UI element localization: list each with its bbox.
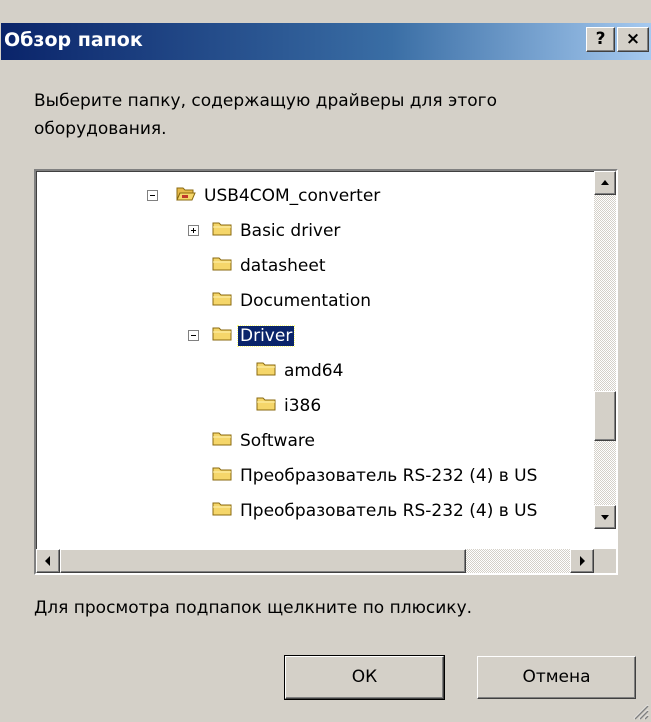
ok-button[interactable]: ОК <box>284 655 445 700</box>
folder-icon <box>212 222 232 236</box>
tree-item-label: i386 <box>284 396 322 416</box>
arrow-left-icon <box>45 556 50 566</box>
folder-icon <box>212 257 232 271</box>
tree-item-label: datasheet <box>240 256 326 276</box>
horizontal-scrollbar[interactable] <box>36 549 594 573</box>
folder-icon <box>212 467 232 481</box>
tree-item-label: amd64 <box>284 361 344 381</box>
folder-icon <box>256 397 276 411</box>
tree-item-label: Documentation <box>240 291 372 311</box>
horizontal-scroll-thumb[interactable] <box>60 549 466 573</box>
scroll-left-button[interactable] <box>36 549 60 573</box>
help-button[interactable]: ? <box>586 27 615 52</box>
dialog-prompt: Выберите папку, содержащую драйверы для … <box>34 91 498 139</box>
browse-folder-dialog: Обзор папок ? × Выберите папку, содержащ… <box>0 0 651 722</box>
tree-item-label: Преобразователь RS-232 (4) в US <box>240 466 538 486</box>
cancel-button[interactable]: Отмена <box>477 656 636 699</box>
arrow-right-icon <box>580 556 585 566</box>
folder-tree[interactable]: USB4COM_converter Basic driver datasheet <box>34 169 618 575</box>
collapse-icon[interactable] <box>188 330 199 341</box>
vertical-scrollbar[interactable] <box>594 171 616 529</box>
folder-icon <box>256 362 276 376</box>
tree-item-driver[interactable]: Driver <box>36 321 596 351</box>
arrow-down-icon <box>601 515 609 520</box>
open-folder-icon <box>176 187 196 201</box>
scroll-right-button[interactable] <box>570 549 594 573</box>
tree-item-usb4com-converter[interactable]: USB4COM_converter <box>36 181 596 211</box>
arrow-up-icon <box>601 180 609 185</box>
tree-item-amd64[interactable]: amd64 <box>36 356 596 386</box>
tree-item-label: USB4COM_converter <box>204 186 381 206</box>
tree-item-label: Преобразователь RS-232 (4) в US <box>240 501 538 521</box>
folder-icon <box>212 502 232 516</box>
folder-icon <box>212 292 232 306</box>
tree-item-i386[interactable]: i386 <box>36 391 596 421</box>
tree-item-converter-1[interactable]: Преобразователь RS-232 (4) в US <box>36 461 594 491</box>
folder-icon <box>212 327 232 341</box>
resize-grip-icon[interactable] <box>631 702 649 720</box>
tree-item-label: Basic driver <box>240 221 341 241</box>
vertical-scroll-thumb[interactable] <box>594 391 616 441</box>
close-button[interactable]: × <box>617 27 649 52</box>
tree-item-basic-driver[interactable]: Basic driver <box>36 216 596 246</box>
collapse-icon[interactable] <box>147 190 158 201</box>
tree-item-label: Software <box>240 431 315 451</box>
scroll-up-button[interactable] <box>594 171 616 195</box>
folder-icon <box>212 432 232 446</box>
tree-item-software[interactable]: Software <box>36 426 596 456</box>
tree-item-label: Driver <box>236 325 296 347</box>
tree-item-converter-2[interactable]: Преобразователь RS-232 (4) в US <box>36 496 594 526</box>
title-bar[interactable]: Обзор папок <box>1 23 651 60</box>
scrollbar-corner <box>594 549 616 573</box>
tree-item-datasheet[interactable]: datasheet <box>36 251 596 281</box>
dialog-title: Обзор папок <box>4 29 143 51</box>
scroll-down-button[interactable] <box>594 505 616 529</box>
tree-item-documentation[interactable]: Documentation <box>36 286 596 316</box>
expand-hint: Для просмотра подпапок щелкните по плюси… <box>34 598 473 618</box>
expand-icon[interactable] <box>188 225 199 236</box>
